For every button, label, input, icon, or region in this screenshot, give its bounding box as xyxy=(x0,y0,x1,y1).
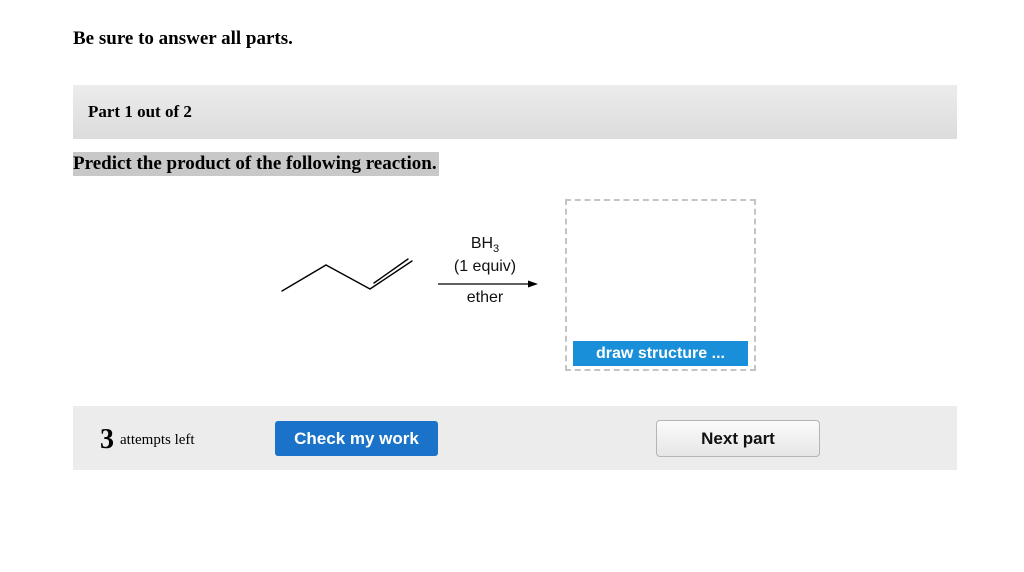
bond-c3-c4-double-a xyxy=(369,260,413,290)
part-header: Part 1 out of 2 xyxy=(73,85,957,139)
attempts-counter: 3 attempts left xyxy=(100,424,195,456)
check-my-work-button[interactable]: Check my work xyxy=(275,421,438,456)
reaction-scheme: BH3 (1 equiv) ether xyxy=(270,225,560,325)
draw-structure-button[interactable]: draw structure ... xyxy=(573,341,748,366)
reaction-arrow xyxy=(438,280,538,288)
reagent-condition: (1 equiv) xyxy=(453,258,517,275)
footer-bar: 3 attempts left Check my work Next part xyxy=(73,406,957,470)
but-1-ene-skeleton xyxy=(281,258,413,292)
answer-drawing-area[interactable]: draw structure ... xyxy=(565,199,756,371)
next-part-button[interactable]: Next part xyxy=(656,420,820,457)
attempts-count: 3 xyxy=(100,424,114,455)
bond-c1-c2 xyxy=(281,264,327,292)
bond-c3-c4-double-b xyxy=(373,258,409,284)
question-text: Predict the product of the following rea… xyxy=(73,152,439,176)
solvent-label: ether xyxy=(466,289,504,306)
reagent-formula-subscript: 3 xyxy=(493,243,500,256)
instructions-text: Be sure to answer all parts. xyxy=(73,28,293,49)
attempts-label: attempts left xyxy=(120,431,195,448)
bond-c2-c3 xyxy=(325,264,371,290)
part-header-label: Part 1 out of 2 xyxy=(88,102,192,121)
reagent-formula-main: BH xyxy=(470,235,494,252)
reagent-formula: BH3 xyxy=(430,235,540,255)
